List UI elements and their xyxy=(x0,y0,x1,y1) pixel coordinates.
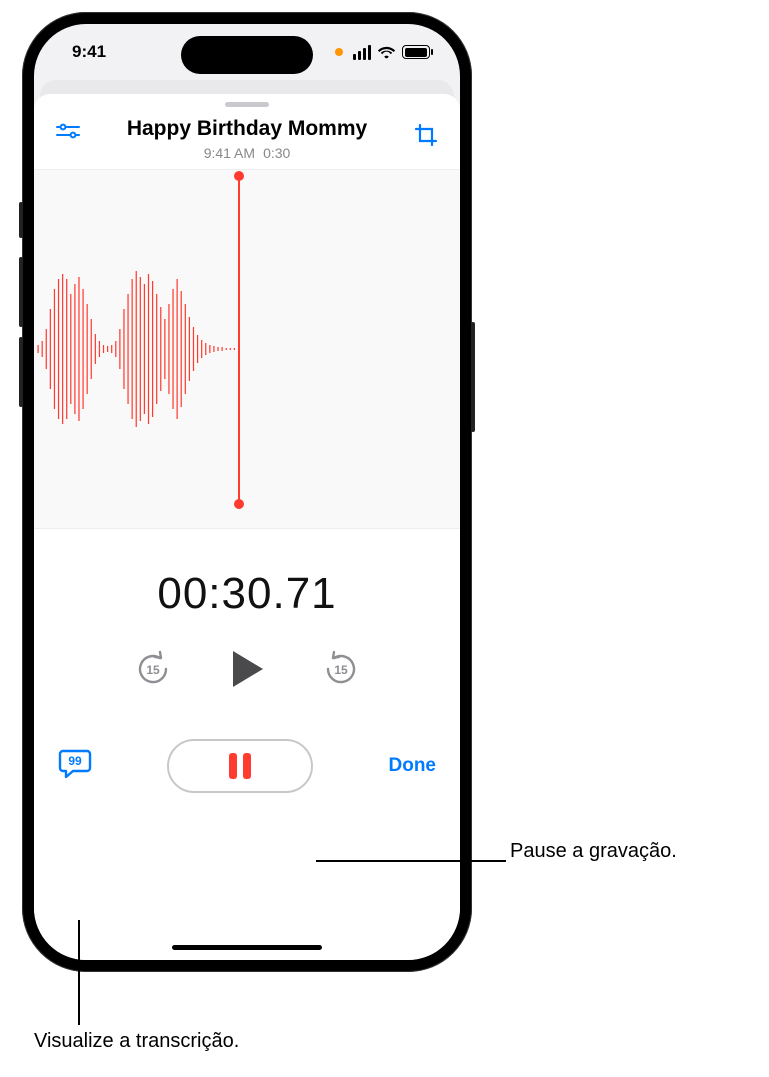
sheet-grabber[interactable] xyxy=(225,102,269,107)
skip-forward-15-button[interactable]: 15 xyxy=(321,649,361,689)
callout-line xyxy=(78,920,80,1025)
speech-bubble-quote-icon: 99 xyxy=(58,748,92,780)
recording-indicator-dot-icon xyxy=(335,48,343,56)
sliders-icon xyxy=(55,123,81,143)
pause-recording-button[interactable] xyxy=(167,739,313,793)
status-bar: 9:41 xyxy=(34,24,460,80)
status-time: 9:41 xyxy=(72,42,106,62)
callout-pause: Pause a gravação. xyxy=(510,840,677,863)
status-right xyxy=(335,45,430,60)
svg-text:15: 15 xyxy=(146,663,160,677)
dynamic-island xyxy=(181,36,313,74)
recording-header: Happy Birthday Mommy 9:41 AM 0:30 xyxy=(34,111,460,169)
done-button[interactable]: Done xyxy=(389,755,437,777)
skip-back-icon: 15 xyxy=(133,649,173,689)
mute-switch xyxy=(19,202,23,238)
skip-back-15-button[interactable]: 15 xyxy=(133,649,173,689)
crop-icon xyxy=(414,123,438,147)
playback-settings-button[interactable] xyxy=(50,117,86,143)
wifi-icon xyxy=(377,45,396,59)
recording-subtitle: 9:41 AM 0:30 xyxy=(96,145,398,161)
playhead-indicator[interactable] xyxy=(238,176,240,504)
volume-down-button xyxy=(19,337,23,407)
waveform-area[interactable]: 0:29 0:30 0:31 0:32 xyxy=(34,169,460,529)
screen: 9:41 Happy Birthday Mommy 9:41 AM 0:30 xyxy=(34,24,460,960)
svg-text:99: 99 xyxy=(68,754,82,768)
battery-icon xyxy=(402,45,430,59)
transport-controls: 15 15 xyxy=(34,645,460,693)
cellular-signal-icon xyxy=(353,45,371,60)
home-indicator[interactable] xyxy=(172,945,322,950)
recording-duration-label: 0:30 xyxy=(263,145,290,161)
side-button xyxy=(471,322,475,432)
skip-forward-icon: 15 xyxy=(321,649,361,689)
play-button[interactable] xyxy=(225,645,269,693)
pause-icon xyxy=(229,753,251,779)
iphone-frame: 9:41 Happy Birthday Mommy 9:41 AM 0:30 xyxy=(22,12,472,972)
recording-sheet: Happy Birthday Mommy 9:41 AM 0:30 xyxy=(34,94,460,960)
trim-button[interactable] xyxy=(408,117,444,147)
volume-up-button xyxy=(19,257,23,327)
callout-transcript: Visualize a transcrição. xyxy=(34,1030,239,1053)
bottom-controls: 99 Done xyxy=(34,739,460,793)
waveform-icon xyxy=(34,249,238,449)
callout-line xyxy=(316,860,506,862)
recording-title[interactable]: Happy Birthday Mommy xyxy=(96,117,398,141)
view-transcription-button[interactable]: 99 xyxy=(58,748,92,785)
svg-text:15: 15 xyxy=(334,663,348,677)
play-icon xyxy=(229,649,265,689)
elapsed-time: 00:30.71 xyxy=(34,569,460,619)
recording-time-label: 9:41 AM xyxy=(204,145,255,161)
